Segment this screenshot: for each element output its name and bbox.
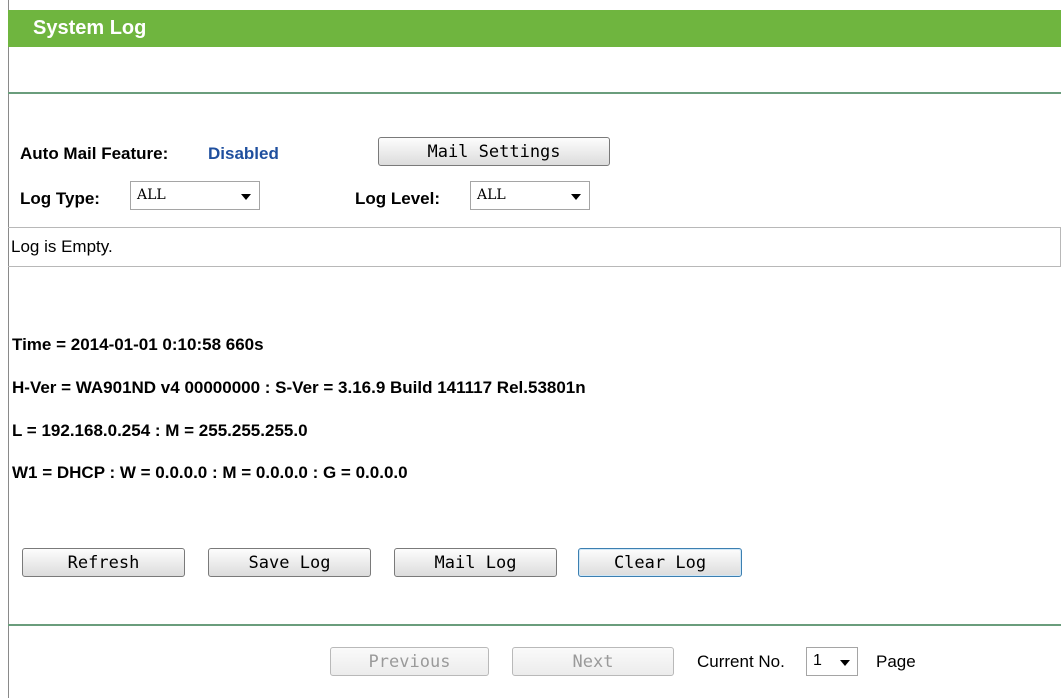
chevron-down-icon xyxy=(840,660,850,666)
log-type-label: Log Type: xyxy=(20,189,100,208)
wan-info: W1 = DHCP : W = 0.0.0.0 : M = 0.0.0.0 : … xyxy=(12,463,408,482)
version-info: H-Ver = WA901ND v4 00000000 : S-Ver = 3.… xyxy=(12,378,586,397)
log-content-box: Log is Empty. xyxy=(8,227,1061,267)
log-content-text: Log is Empty. xyxy=(11,237,113,256)
save-log-button[interactable]: Save Log xyxy=(208,548,371,577)
bottom-divider xyxy=(8,624,1061,626)
previous-button[interactable]: Previous xyxy=(330,647,489,676)
chevron-down-icon xyxy=(241,194,251,200)
page-label: Page xyxy=(876,652,916,671)
current-page-label: Current No. xyxy=(697,652,785,671)
next-button[interactable]: Next xyxy=(512,647,674,676)
clear-log-button[interactable]: Clear Log xyxy=(578,548,742,577)
current-page-select[interactable]: 1 xyxy=(806,647,858,676)
system-time: Time = 2014-01-01 0:10:58 660s xyxy=(12,335,264,354)
log-type-value: ALL xyxy=(137,187,166,203)
mail-settings-button[interactable]: Mail Settings xyxy=(378,137,610,166)
chevron-down-icon xyxy=(571,194,581,200)
log-level-select[interactable]: ALL xyxy=(470,181,590,210)
page-title: System Log xyxy=(33,17,147,39)
log-level-label: Log Level: xyxy=(355,189,441,208)
refresh-button[interactable]: Refresh xyxy=(22,548,185,577)
log-level-value: ALL xyxy=(477,187,506,203)
auto-mail-label: Auto Mail Feature: xyxy=(20,144,169,163)
mail-log-button[interactable]: Mail Log xyxy=(394,548,557,577)
current-page-value: 1 xyxy=(813,652,822,669)
lan-info: L = 192.168.0.254 : M = 255.255.255.0 xyxy=(12,421,308,440)
log-type-select[interactable]: ALL xyxy=(130,181,260,210)
auto-mail-status: Disabled xyxy=(208,144,279,163)
title-bar: System Log xyxy=(8,10,1061,47)
top-divider xyxy=(8,92,1061,94)
